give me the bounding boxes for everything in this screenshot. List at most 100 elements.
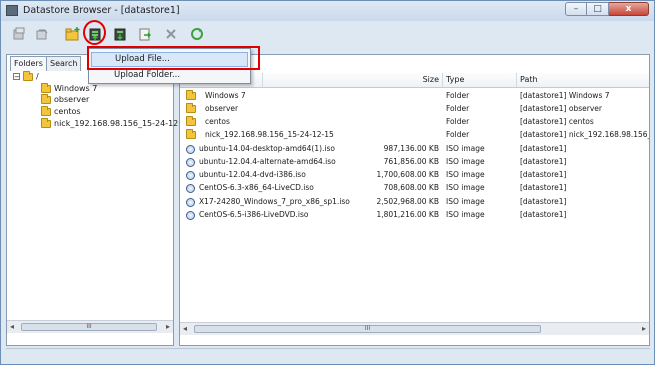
upload-folder-menu-item[interactable]: Upload Folder...: [91, 68, 248, 83]
refresh-icon[interactable]: [188, 25, 206, 43]
file-name: centos: [205, 117, 230, 126]
right-horizontal-scrollbar[interactable]: ◂ III ▸: [180, 322, 649, 335]
file-path-cell: [datastore1] centos: [520, 117, 594, 126]
file-path-cell: [datastore1]: [520, 197, 567, 206]
left-horizontal-scrollbar[interactable]: ◂ III ▸: [7, 320, 173, 333]
download-icon[interactable]: [111, 25, 129, 43]
move-icon[interactable]: [136, 25, 154, 43]
file-name-cell: CentOS-6.3-x86_64-LiveCD.iso: [186, 181, 386, 194]
table-row[interactable]: ubuntu-14.04-desktop-amd64(1).iso 987,136…: [180, 142, 649, 155]
file-path-cell: [datastore1]: [520, 183, 567, 192]
file-path-cell: [datastore1]: [520, 144, 567, 153]
tree-item[interactable]: nick_192.168.98.156_15-24-12: [41, 117, 179, 128]
folder-icon: [186, 90, 196, 100]
tab-folders[interactable]: Folders: [10, 56, 47, 71]
window-controls: – □ x: [565, 2, 649, 16]
file-path-cell: [datastore1]: [520, 210, 567, 219]
file-path-cell: [datastore1]: [520, 157, 567, 166]
file-type-cell: ISO image: [446, 144, 485, 153]
file-name: ubuntu-14.04-desktop-amd64(1).iso: [199, 144, 336, 153]
table-row[interactable]: observer Folder [datastore1] observer: [180, 102, 649, 115]
scroll-thumb[interactable]: III: [21, 323, 157, 331]
file-type-cell: ISO image: [446, 210, 485, 219]
file-name: nick_192.168.98.156_15-24-12-15: [205, 130, 334, 139]
minimize-button[interactable]: –: [565, 2, 587, 16]
upload-icon-highlight: [83, 20, 106, 45]
file-name: observer: [205, 104, 239, 113]
file-path-cell: [datastore1] Windows 7: [520, 91, 610, 100]
tree-item-label: nick_192.168.98.156_15-24-12: [54, 119, 179, 128]
folders-panel: [6, 54, 174, 346]
file-name: ubuntu-12.04.4-dvd-i386.iso: [199, 170, 306, 179]
folder-icon: [41, 82, 51, 93]
scroll-right-icon[interactable]: ▸: [166, 322, 170, 331]
file-size-cell: [360, 128, 439, 141]
file-name-cell: centos: [186, 115, 386, 128]
delete-icon[interactable]: [162, 25, 180, 43]
folder-icon: [186, 103, 196, 113]
collapse-icon[interactable]: −: [13, 73, 20, 81]
tree-root[interactable]: − /: [13, 70, 39, 81]
file-type-cell: ISO image: [446, 183, 485, 192]
folder-icon: [41, 117, 51, 128]
file-size-cell: [360, 89, 439, 102]
maximize-button[interactable]: □: [587, 2, 609, 16]
table-row[interactable]: CentOS-6.3-x86_64-LiveCD.iso 708,608.00 K…: [180, 181, 649, 194]
window-title: Datastore Browser - [datastore1]: [23, 5, 180, 16]
file-name: CentOS-6.5-i386-LiveDVD.iso: [199, 210, 309, 219]
file-name-cell: Windows 7: [186, 89, 386, 102]
file-path-cell: [datastore1]: [520, 170, 567, 179]
table-row[interactable]: ubuntu-12.04.4-alternate-amd64.iso 761,85…: [180, 155, 649, 168]
tree-item[interactable]: centos: [41, 105, 81, 116]
tree-item[interactable]: Windows 7: [41, 82, 98, 93]
scroll-left-icon[interactable]: ◂: [183, 324, 187, 333]
file-type-cell: Folder: [446, 91, 470, 100]
iso-disc-icon: [186, 144, 195, 154]
table-row[interactable]: nick_192.168.98.156_15-24-12-15 Folder [da…: [180, 128, 649, 141]
file-type-cell: ISO image: [446, 157, 485, 166]
file-name-cell: CentOS-6.5-i386-LiveDVD.iso: [186, 208, 386, 221]
title-bar[interactable]: Datastore Browser - [datastore1] – □ x: [1, 1, 654, 21]
file-type-cell: Folder: [446, 130, 470, 139]
column-path[interactable]: Path: [516, 73, 649, 87]
file-list-panel: Size Type Path Windows 7 Folder [datastore…: [179, 54, 650, 346]
tree-item-label: Windows 7: [54, 84, 98, 93]
file-name-cell: X17-24280_Windows_7_pro_x86_sp1.iso: [186, 195, 386, 208]
table-row[interactable]: X17-24280_Windows_7_pro_x86_sp1.iso 2,502…: [180, 195, 649, 208]
close-button[interactable]: x: [609, 2, 649, 16]
table-row[interactable]: CentOS-6.5-i386-LiveDVD.iso 1,801,216.00 …: [180, 208, 649, 221]
file-size-cell: [360, 115, 439, 128]
file-size-cell: 1,700,608.00 KB: [376, 170, 439, 179]
table-row[interactable]: ubuntu-12.04.4-dvd-i386.iso 1,700,608.00 …: [180, 168, 649, 181]
scroll-thumb[interactable]: III: [194, 325, 541, 333]
tab-search[interactable]: Search: [46, 56, 82, 71]
file-size-cell: 987,136.00 KB: [383, 144, 439, 153]
new-folder-icon[interactable]: [64, 25, 82, 43]
file-size-cell: [360, 102, 439, 115]
file-name: CentOS-6.3-x86_64-LiveCD.iso: [199, 183, 314, 192]
scroll-left-icon[interactable]: ◂: [10, 322, 14, 331]
refresh-left-icon[interactable]: [33, 25, 51, 43]
column-type[interactable]: Type: [442, 73, 516, 87]
column-size[interactable]: Size: [262, 73, 442, 87]
folder-icon: [23, 70, 33, 81]
table-row[interactable]: centos Folder [datastore1] centos: [180, 115, 649, 128]
status-bar: [6, 348, 650, 361]
file-size-cell: 1,801,216.00 KB: [376, 210, 439, 219]
file-name: X17-24280_Windows_7_pro_x86_sp1.iso: [199, 197, 350, 206]
table-row[interactable]: Windows 7 Folder [datastore1] Windows 7: [180, 89, 649, 102]
file-name: Windows 7: [205, 91, 246, 100]
iso-disc-icon: [186, 197, 195, 207]
tree-item[interactable]: observer: [41, 93, 89, 104]
scroll-right-icon[interactable]: ▸: [642, 324, 646, 333]
file-name-cell: ubuntu-12.04.4-alternate-amd64.iso: [186, 155, 386, 168]
search-datastore-icon[interactable]: [10, 25, 28, 43]
file-size-cell: 708,608.00 KB: [383, 183, 439, 192]
tree-item-label: centos: [54, 107, 81, 116]
file-type-cell: ISO image: [446, 170, 485, 179]
upload-file-highlight: [87, 46, 260, 70]
iso-disc-icon: [186, 157, 195, 167]
folder-icon: [41, 93, 51, 104]
file-path-cell: [datastore1] nick_192.168.98.156_: [520, 130, 650, 139]
file-name-cell: ubuntu-12.04.4-dvd-i386.iso: [186, 168, 386, 181]
